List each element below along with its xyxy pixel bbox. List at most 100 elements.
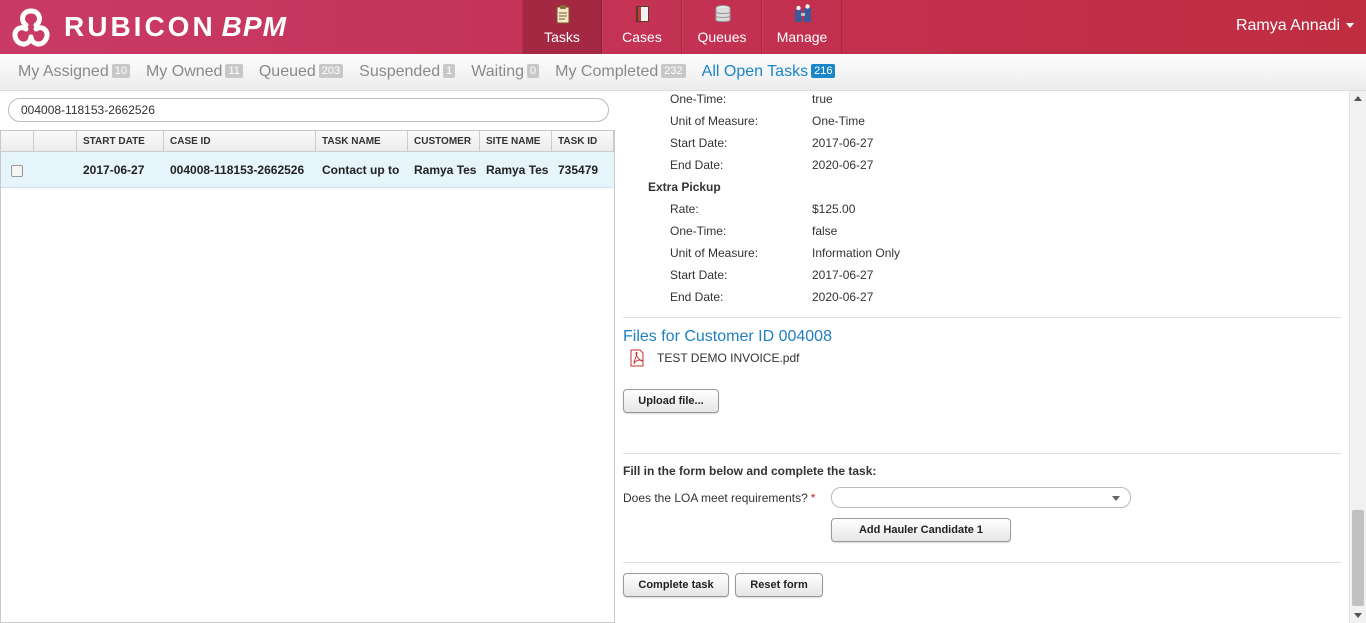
required-marker: *	[810, 491, 816, 505]
row-select-cell	[1, 152, 34, 187]
cases-book-icon	[636, 6, 649, 22]
table-cell	[34, 152, 77, 187]
detail-value: false	[812, 224, 838, 238]
count-badge: 0	[527, 64, 540, 78]
subtab-all-open-tasks[interactable]: All Open Tasks 216	[702, 63, 836, 81]
nav-tab-label: Manage	[776, 29, 828, 45]
files-heading: Files for Customer ID 004008	[623, 328, 832, 345]
scroll-up-arrow-icon[interactable]	[1354, 96, 1362, 101]
scroll-down-arrow-icon[interactable]	[1354, 613, 1362, 618]
main-nav: Tasks Cases Queues Manage	[522, 0, 842, 54]
divider	[623, 562, 1341, 563]
nav-tab-manage[interactable]: Manage	[762, 0, 842, 54]
reset-form-button[interactable]: Reset form	[735, 573, 823, 597]
chevron-down-icon	[1112, 496, 1120, 501]
form-instructions: Fill in the form below and complete the …	[623, 464, 877, 478]
search-input[interactable]: 004008-118153-2662526	[8, 98, 609, 122]
upload-file-button[interactable]: Upload file...	[623, 389, 719, 413]
subtab-suspended[interactable]: Suspended 1	[359, 63, 456, 81]
detail-row: Unit of Measure: One-Time	[670, 114, 865, 128]
detail-key: End Date:	[670, 158, 724, 172]
count-badge: 10	[111, 64, 130, 78]
detail-key: Start Date:	[670, 268, 728, 282]
count-badge: 11	[225, 64, 243, 78]
task-table: START DATE CASE ID TASK NAME CUSTOMER SI…	[0, 130, 615, 623]
detail-key: Start Date:	[670, 136, 728, 150]
scrollbar-thumb[interactable]	[1352, 510, 1364, 606]
subtab-queued[interactable]: Queued 203	[259, 63, 344, 81]
nav-tab-tasks[interactable]: Tasks	[522, 0, 602, 54]
detail-key: Rate:	[670, 202, 699, 216]
table-cell: 004008-118153-2662526	[170, 163, 305, 177]
detail-key: Unit of Measure:	[670, 246, 759, 260]
detail-value: 2017-06-27	[812, 136, 874, 150]
subtab-waiting[interactable]: Waiting 0	[471, 63, 540, 81]
nav-tab-label: Queues	[697, 29, 747, 45]
brand-name: RUBICON BPM	[64, 11, 287, 42]
task-filter-tabs: My Assigned 10 My Owned 11 Queued 203 Suspe…	[0, 54, 1366, 91]
table-cell: Contact up to	[322, 163, 400, 177]
column-header-case-id[interactable]: CASE ID	[164, 131, 316, 151]
detail-value: Information Only	[812, 246, 901, 260]
detail-value: 2020-06-27	[812, 290, 874, 304]
row-checkbox[interactable]	[11, 164, 23, 177]
column-header-site-name[interactable]: SITE NAME	[480, 131, 552, 151]
table-header: START DATE CASE ID TASK NAME CUSTOMER SI…	[1, 131, 614, 152]
detail-key: One-Time:	[670, 224, 727, 238]
detail-row: End Date: 2020-06-27	[670, 158, 873, 172]
detail-key: Unit of Measure:	[670, 114, 759, 128]
manage-people-icon	[795, 4, 811, 22]
detail-key: One-Time:	[670, 92, 727, 106]
count-badge: 232	[661, 64, 686, 78]
rubicon-logo-icon	[12, 8, 50, 47]
count-badge: 216	[811, 64, 836, 78]
table-row[interactable]: 2017-06-27 004008-118153-2662526 Contact…	[1, 152, 614, 188]
chevron-down-icon	[1346, 23, 1354, 29]
subtab-my-owned[interactable]: My Owned 11	[146, 63, 243, 81]
table-cell: Ramya Tes	[486, 163, 549, 177]
table-cell: 735479	[558, 163, 599, 177]
column-header-customer[interactable]: CUSTOMER	[408, 131, 480, 151]
complete-task-button[interactable]: Complete task	[623, 573, 729, 597]
task-detail-panel: One-Time: true Unit of Measure: One-Time S…	[623, 91, 1341, 623]
queues-database-icon	[715, 5, 731, 22]
subtab-my-assigned[interactable]: My Assigned 10	[18, 63, 130, 81]
nav-tab-cases[interactable]: Cases	[602, 0, 682, 54]
brand-logo[interactable]: RUBICON BPM	[8, 5, 287, 49]
count-badge: 203	[318, 64, 344, 78]
column-header-task-name[interactable]: TASK NAME	[316, 131, 408, 151]
column-header-task-id[interactable]: TASK ID	[552, 131, 614, 151]
column-header-select[interactable]	[1, 131, 34, 151]
divider	[623, 317, 1341, 318]
column-header-blank[interactable]	[34, 131, 77, 151]
loa-question-label: Does the LOA meet requirements? *	[623, 491, 816, 505]
nav-tab-queues[interactable]: Queues	[682, 0, 762, 54]
detail-value: 2017-06-27	[812, 268, 874, 282]
nav-tab-label: Tasks	[544, 29, 580, 45]
table-cell: 2017-06-27	[83, 163, 145, 177]
nav-tab-label: Cases	[622, 29, 662, 45]
detail-value: 2020-06-27	[812, 158, 874, 172]
detail-value: $125.00	[812, 202, 856, 216]
add-hauler-candidate-button[interactable]: Add Hauler Candidate 1	[831, 518, 1011, 542]
pdf-file-icon	[630, 349, 644, 367]
detail-row: Unit of Measure: Information Only	[670, 246, 900, 260]
column-header-start-date[interactable]: START DATE	[77, 131, 164, 151]
file-link[interactable]: TEST DEMO INVOICE.pdf	[629, 349, 799, 367]
detail-value: One-Time	[812, 114, 865, 128]
detail-scrollbar[interactable]	[1349, 91, 1366, 623]
top-bar: RUBICON BPM Tasks Cases Queues Manage Ra…	[0, 0, 1366, 54]
divider	[623, 453, 1341, 454]
detail-key: End Date:	[670, 290, 724, 304]
user-menu[interactable]: Ramya Annadi	[1236, 17, 1354, 35]
detail-row: Start Date: 2017-06-27	[670, 268, 873, 282]
detail-row: One-Time: false	[670, 224, 837, 238]
tasks-clipboard-icon	[556, 5, 570, 24]
loa-requirements-select[interactable]	[831, 487, 1131, 508]
detail-row: Rate: $125.00	[670, 202, 855, 216]
detail-value: true	[812, 92, 833, 106]
file-name: TEST DEMO INVOICE.pdf	[657, 351, 800, 365]
user-name: Ramya Annadi	[1235, 17, 1340, 34]
detail-row: Start Date: 2017-06-27	[670, 136, 873, 150]
subtab-my-completed[interactable]: My Completed 232	[555, 63, 686, 81]
